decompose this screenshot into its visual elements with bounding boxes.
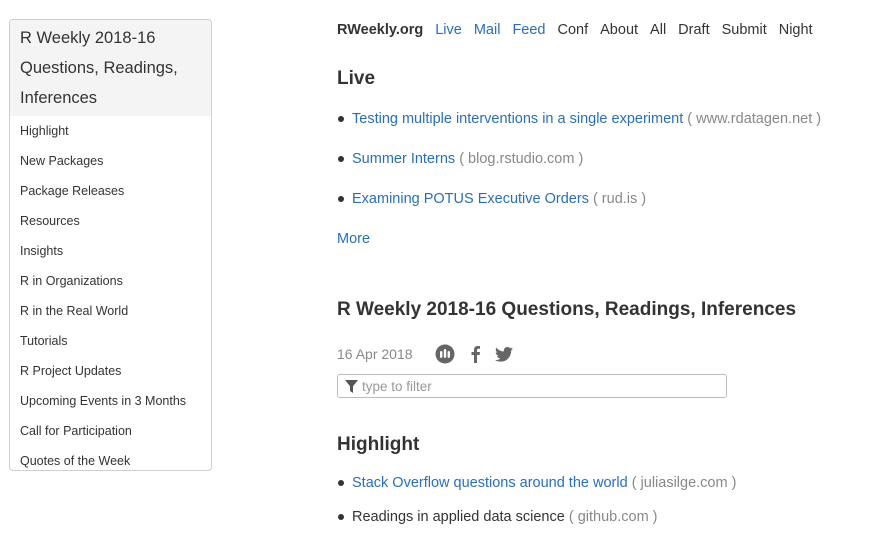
highlight-source-1: ( juliasilge.com ) xyxy=(631,475,737,491)
nav-submit[interactable]: Submit xyxy=(722,22,767,38)
highlight-list: Stack Overflow questions around the worl… xyxy=(337,466,877,534)
weibo-icon[interactable] xyxy=(435,344,455,364)
highlight-text-2[interactable]: Readings in applied data science xyxy=(352,509,565,525)
list-item: Testing multiple interventions in a sing… xyxy=(337,99,877,139)
sidebar-item-package-releases[interactable]: Package Releases xyxy=(10,176,211,206)
post-date: 16 Apr 2018 xyxy=(337,346,413,362)
sidebar-item-call-for-participation[interactable]: Call for Participation xyxy=(10,416,211,446)
sidebar-toc: R Weekly 2018-16 Questions, Readings, In… xyxy=(9,19,212,471)
filter-box xyxy=(337,374,727,398)
live-list: Testing multiple interventions in a sing… xyxy=(337,99,877,219)
filter-input[interactable] xyxy=(362,377,712,395)
main-content: Live Testing multiple interventions in a… xyxy=(337,64,877,534)
live-link-1[interactable]: Testing multiple interventions in a sing… xyxy=(352,111,683,127)
live-link-3[interactable]: Examining POTUS Executive Orders xyxy=(352,191,589,207)
filter-icon xyxy=(345,380,358,398)
nav-mail[interactable]: Mail xyxy=(474,22,501,38)
sidebar-item-tutorials[interactable]: Tutorials xyxy=(10,326,211,356)
nav-feed[interactable]: Feed xyxy=(512,22,545,38)
live-source-3: ( rud.is ) xyxy=(592,191,647,207)
nav-about[interactable]: About xyxy=(600,22,638,38)
list-item: Summer Interns ( blog.rstudio.com ) xyxy=(337,139,877,179)
post-title: R Weekly 2018-16 Questions, Readings, In… xyxy=(337,299,797,320)
sidebar-item-new-packages[interactable]: New Packages xyxy=(10,146,211,176)
live-source-1: ( www.rdatagen.net ) xyxy=(687,111,822,127)
top-nav: RWeekly.org Live Mail Feed Conf About Al… xyxy=(337,18,825,42)
highlight-link-1[interactable]: Stack Overflow questions around the worl… xyxy=(352,475,628,491)
post-meta: 16 Apr 2018 xyxy=(337,339,877,369)
highlight-source-2: ( github.com ) xyxy=(568,509,658,525)
sidebar-item-resources[interactable]: Resources xyxy=(10,206,211,236)
list-item: Stack Overflow questions around the worl… xyxy=(337,466,877,500)
brand-link[interactable]: RWeekly.org xyxy=(337,22,423,38)
facebook-icon[interactable] xyxy=(469,345,481,363)
sidebar-item-r-in-organizations[interactable]: R in Organizations xyxy=(10,266,211,296)
nav-all[interactable]: All xyxy=(650,22,666,38)
nav-draft[interactable]: Draft xyxy=(678,22,709,38)
live-link-2[interactable]: Summer Interns xyxy=(352,151,455,167)
nav-live[interactable]: Live xyxy=(435,22,462,38)
sidebar-item-r-project-updates[interactable]: R Project Updates xyxy=(10,356,211,386)
sidebar-item-r-in-real-world[interactable]: R in the Real World xyxy=(10,296,211,326)
sidebar-item-upcoming-events[interactable]: Upcoming Events in 3 Months xyxy=(10,386,211,416)
nav-night[interactable]: Night xyxy=(779,22,813,38)
sidebar-list: Highlight New Packages Package Releases … xyxy=(10,116,211,470)
list-item: Readings in applied data science ( githu… xyxy=(337,500,877,534)
more-link[interactable]: More xyxy=(337,231,370,247)
sidebar-item-highlight[interactable]: Highlight xyxy=(10,116,211,146)
list-item: Examining POTUS Executive Orders ( rud.i… xyxy=(337,179,877,219)
live-heading: Live xyxy=(337,68,376,89)
sidebar-item-quotes-of-the-week[interactable]: Quotes of the Week xyxy=(10,446,211,470)
sidebar-title[interactable]: R Weekly 2018-16 Questions, Readings, In… xyxy=(10,20,211,116)
highlight-heading: Highlight xyxy=(337,434,420,455)
sidebar-item-insights[interactable]: Insights xyxy=(10,236,211,266)
nav-conf[interactable]: Conf xyxy=(558,22,589,38)
live-source-2: ( blog.rstudio.com ) xyxy=(459,151,584,167)
share-icons xyxy=(435,344,527,364)
twitter-icon[interactable] xyxy=(494,346,513,362)
